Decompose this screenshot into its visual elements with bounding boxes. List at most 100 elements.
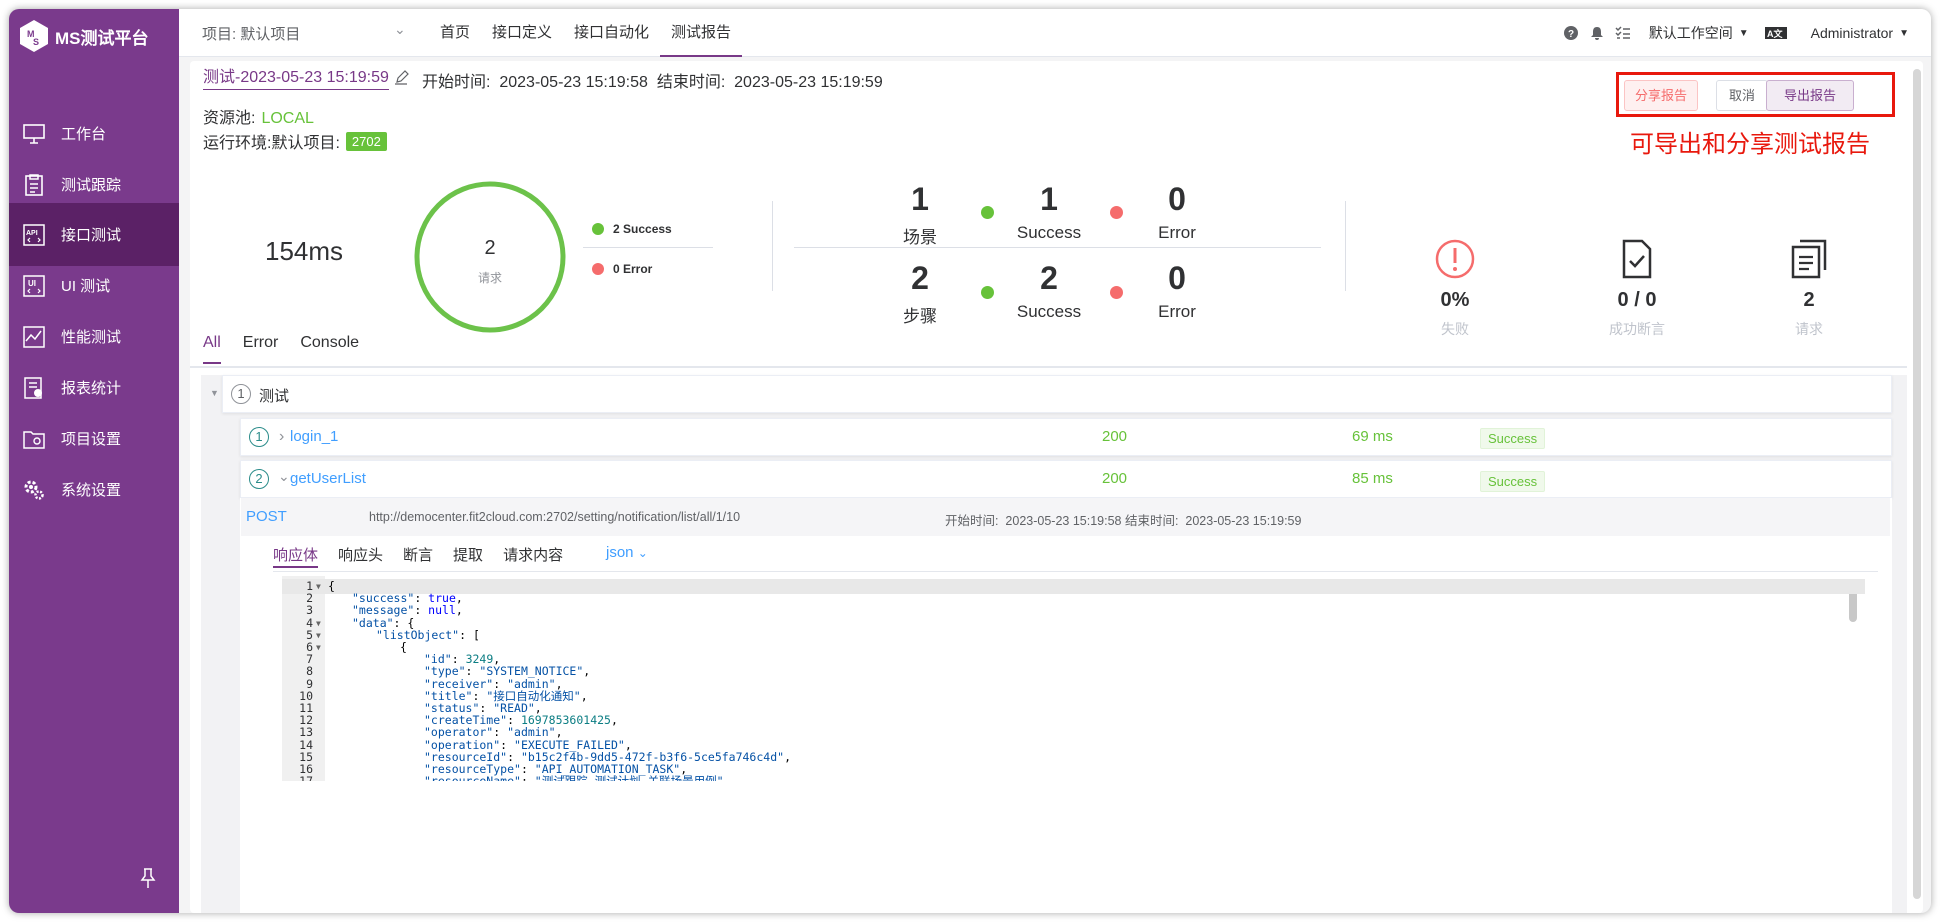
task-list-icon[interactable]	[1615, 25, 1631, 41]
pool-value: LOCAL	[261, 110, 314, 127]
response-tab-1[interactable]: 响应头	[338, 544, 383, 568]
bell-icon[interactable]	[1589, 25, 1605, 41]
duration: 154ms	[265, 236, 344, 266]
app-name: MS测试平台	[55, 28, 149, 48]
user-menu[interactable]: Administrator ▼	[1811, 25, 1909, 41]
end-time: 2023-05-23 15:19:59	[734, 74, 883, 91]
chevron-down-icon[interactable]: ⌄	[394, 21, 406, 38]
share-report-button[interactable]: 分享报告	[1624, 80, 1698, 111]
report-icon	[21, 375, 47, 401]
steps-error-count: 0	[1168, 260, 1186, 296]
sidebar-item-7[interactable]: 系统设置	[9, 458, 179, 521]
help-icon[interactable]: ?	[1563, 25, 1579, 41]
ring-label: 请求	[477, 271, 502, 285]
top-nav-item[interactable]: 测试报告	[660, 9, 743, 57]
app-logo[interactable]: M S MS测试平台	[19, 16, 149, 56]
top-nav: 首页 接口定义 接口自动化 测试报告	[429, 9, 743, 57]
alert-circle-icon	[1435, 239, 1475, 279]
tab-2[interactable]: Console	[300, 334, 359, 364]
response-time: 69 ms	[1352, 428, 1393, 445]
language-icon[interactable]: A文	[1764, 26, 1787, 40]
request-bar: POST http://democenter.fit2cloud.com:270…	[241, 498, 1890, 536]
start-time: 2023-05-23 15:19:58	[499, 74, 648, 91]
top-nav-item[interactable]: 首页	[429, 9, 481, 57]
scenario-success-label: Success	[1016, 223, 1082, 242]
cancel-button[interactable]: 取消	[1716, 80, 1768, 111]
legend-divider	[583, 247, 713, 248]
report-actions-highlight: 分享报告 取消 导出报告	[1616, 72, 1895, 117]
response-body-editor[interactable]: 1 ▼{2 "success": true, 3 "message": null, 4 ▼ "…	[282, 576, 1865, 781]
response-tab-3[interactable]: 提取	[453, 544, 483, 568]
format-value: json	[606, 544, 634, 561]
chevron-right-icon[interactable]: ›	[279, 428, 284, 446]
top-nav-item[interactable]: 接口定义	[481, 9, 563, 57]
start-label: 开始时间:	[422, 74, 491, 91]
response-tab-0[interactable]: 响应体	[273, 544, 319, 568]
sidebar-item-label: 测试跟踪	[61, 177, 122, 194]
step-row-expanded[interactable]: 2 ⌄ getUserList 200 85 ms Success	[240, 460, 1892, 498]
request-url: http://democenter.fit2cloud.com:2702/set…	[369, 510, 741, 524]
page-scrollbar[interactable]	[1913, 69, 1921, 899]
legend-error: 0 Error	[592, 262, 652, 276]
svg-text:UI: UI	[28, 279, 36, 288]
response-tab-4[interactable]: 请求内容	[503, 544, 563, 568]
export-report-button[interactable]: 导出报告	[1766, 80, 1854, 111]
workspace-selector[interactable]: 默认工作空间 ▼	[1649, 23, 1749, 43]
subtab-divider	[273, 571, 1878, 572]
status-badge: Success	[1480, 471, 1546, 492]
ui-test-icon: UI	[21, 273, 47, 299]
monitor-icon	[21, 121, 47, 147]
env-tag: 2702	[345, 131, 387, 151]
step-index: 2	[249, 469, 269, 489]
gears-icon	[21, 477, 47, 503]
response-tabs: 响应体 响应头 断言 提取 请求内容	[273, 544, 583, 568]
step-name: login_1	[290, 428, 339, 445]
ring-total: 2	[484, 237, 496, 259]
folder-settings-icon	[21, 426, 47, 452]
tab-1[interactable]: Error	[243, 334, 279, 364]
scenario-success-count: 1	[1040, 181, 1058, 217]
environment: 运行环境:默认项目: 2702	[203, 129, 387, 153]
end-label: 结束时间:	[656, 74, 726, 91]
status-code: 200	[1102, 470, 1128, 487]
response-time: 85 ms	[1352, 470, 1393, 487]
report-panel: 测试-2023-05-23 15:19:59 开始时间: 2023-05-23 …	[190, 61, 1923, 913]
error-dot	[592, 263, 604, 275]
sidebar-item-label: 系统设置	[61, 482, 122, 499]
sidebar-item-label: 项目设置	[61, 431, 122, 448]
scenario-error-count: 0	[1168, 181, 1186, 217]
divider	[1345, 201, 1346, 291]
status-badge: Success	[1480, 428, 1546, 449]
project-selector[interactable]: 项目: 默认项目	[202, 23, 300, 44]
scenario-row[interactable]: 1 测试	[222, 375, 1892, 413]
line-number: 17	[282, 774, 313, 781]
sidebar: M S MS测试平台 工作台 测试跟踪 API 接口测试 UI UI 测试 性能测试 报表统计…	[9, 9, 179, 913]
performance-chart-icon	[21, 324, 47, 350]
json-key: "resourceName"	[424, 774, 521, 781]
report-title[interactable]: 测试-2023-05-23 15:19:59	[203, 67, 389, 90]
edit-icon[interactable]	[394, 69, 410, 85]
step-row[interactable]: 1 › login_1 200 69 ms Success	[240, 418, 1892, 456]
response-tab-2[interactable]: 断言	[403, 544, 433, 568]
steps-success-count: 2	[1040, 260, 1058, 296]
format-select[interactable]: json ⌄	[606, 544, 648, 561]
top-right-tools: ? 默认工作空间 ▼ A文 Administrator ▼	[1563, 9, 1931, 57]
pin-icon[interactable]	[139, 867, 157, 889]
scenario-collapse-icon[interactable]: ▼	[210, 388, 219, 398]
scenario-name: 测试	[259, 388, 290, 405]
caret-down-icon: ▼	[1899, 27, 1909, 39]
scenario-error-label: Error	[1158, 223, 1196, 242]
top-nav-item[interactable]: 接口自动化	[563, 9, 660, 57]
code-token: ,	[724, 774, 731, 781]
steps-count: 2	[911, 260, 929, 296]
user-name: Administrator	[1810, 25, 1894, 41]
caret-down-icon: ▼	[1738, 27, 1749, 39]
scenario-label: 场景	[903, 228, 937, 247]
chevron-down-icon[interactable]: ⌄	[278, 468, 290, 485]
tab-0[interactable]: All	[203, 334, 221, 364]
resource-pool: 资源池: LOCAL	[203, 104, 314, 128]
fail-rate: 0%	[1440, 289, 1470, 311]
document-check-icon	[1622, 239, 1652, 279]
pool-label: 资源池:	[203, 110, 256, 127]
tab-divider	[190, 366, 1907, 368]
